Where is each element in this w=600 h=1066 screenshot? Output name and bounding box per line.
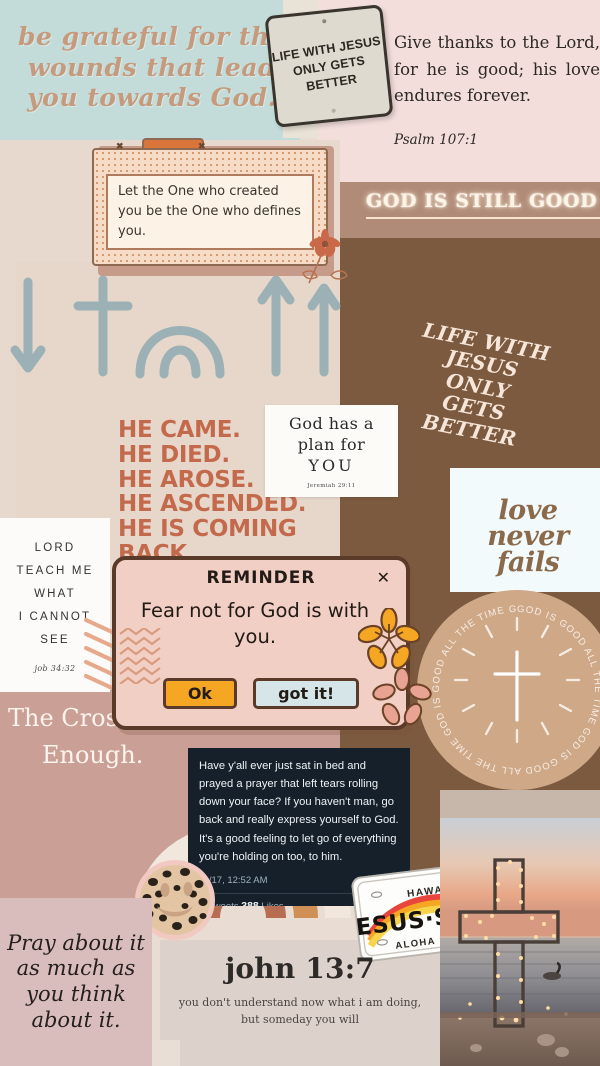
john-subtext: you don't understand now what i am doing… <box>178 996 422 1026</box>
psalm-text: Give thanks to the Lord, for he is good;… <box>394 33 600 106</box>
tweet-likes-count: 388 <box>241 899 259 906</box>
quote-be-grateful: be grateful for the wounds that lead you… <box>18 22 286 112</box>
cross-enough-line-2: Enough. <box>42 741 144 770</box>
window-content: Let the One who created you be the One w… <box>106 174 314 250</box>
close-icon[interactable]: ✕ <box>377 568 390 587</box>
psalm-block: Give thanks to the Lord, for he is good;… <box>394 30 600 148</box>
pray-text: Pray about it as much as you think about… <box>7 930 145 1032</box>
collage-canvas: be grateful for the wounds that lead you… <box>0 0 600 1066</box>
retro-window-defines: ✖ ✖ Let the One who created you be the O… <box>92 138 334 276</box>
window-close-right-icon[interactable]: ✖ <box>198 141 206 152</box>
lord-line-4: I CANNOT <box>18 611 92 623</box>
got-it-button[interactable]: got it! <box>253 678 360 709</box>
plan-line-1: God has a <box>289 413 374 433</box>
sign-pin-bottom-icon <box>331 108 336 113</box>
hanging-sign-text: LIFE WITH JESUS ONLY GETS BETTER <box>270 33 382 94</box>
love-line-2: never <box>487 520 569 552</box>
lord-line-5: SEE <box>40 634 70 646</box>
sign-pin-icon <box>322 19 327 24</box>
love-never-fails-text: love never fails <box>462 497 594 578</box>
zigzag-decor-icon <box>119 628 161 684</box>
banner-god-is-still-good: GOD IS STILL GOOD <box>366 190 600 219</box>
hanging-sign-life-with-jesus: LIFE WITH JESUS ONLY GETS BETTER <box>264 4 394 128</box>
psalm-reference: Psalm 107:1 <box>394 132 479 149</box>
tweet-body: Have y'all ever just sat in bed and pray… <box>199 760 399 863</box>
reminder-message: Fear not for God is with you. <box>140 599 370 649</box>
john-heading: john 13:7 <box>225 952 375 985</box>
orange-flower-icon <box>358 608 420 670</box>
tweet-likes-label: Likes <box>261 901 283 906</box>
pink-flower-icon <box>372 668 432 726</box>
lord-line-2: TEACH ME <box>16 565 94 577</box>
rainbow-inner <box>159 345 201 379</box>
lord-line-1: LORD <box>34 542 76 554</box>
love-line-3: fails <box>496 546 560 578</box>
clock-ring-text: GOD IS GOOD ALL THE TIME GOD IS GOOD ALL… <box>417 590 600 776</box>
cross-icon <box>493 650 541 722</box>
sunset-cross-photo <box>440 818 600 1066</box>
ok-button[interactable]: Ok <box>162 678 238 709</box>
window-frame: ✖ ✖ Let the One who created you be the O… <box>92 141 328 266</box>
lord-line-3: WHAT <box>34 588 76 600</box>
plan-line-3: YOU <box>308 456 355 476</box>
god-is-good-circle-detail: GOD IS GOOD ALL THE TIME GOD IS GOOD ALL… <box>417 590 600 776</box>
window-close-left-icon[interactable]: ✖ <box>116 141 124 152</box>
plan-line-2: plan for <box>297 434 366 454</box>
doodle-arrows-group <box>10 276 341 379</box>
lord-reference: job 34:32 <box>34 664 76 673</box>
window-quote-text: Let the One who created you be the One w… <box>118 183 301 240</box>
card-god-has-a-plan: God has a plan for YOU Jeremiah 29:11 <box>265 405 398 497</box>
card-pray-about-it: Pray about it as much as you think about… <box>0 898 152 1066</box>
reminder-title: REMINDER <box>206 568 316 588</box>
plan-reference: Jeremiah 29:11 <box>307 483 356 490</box>
